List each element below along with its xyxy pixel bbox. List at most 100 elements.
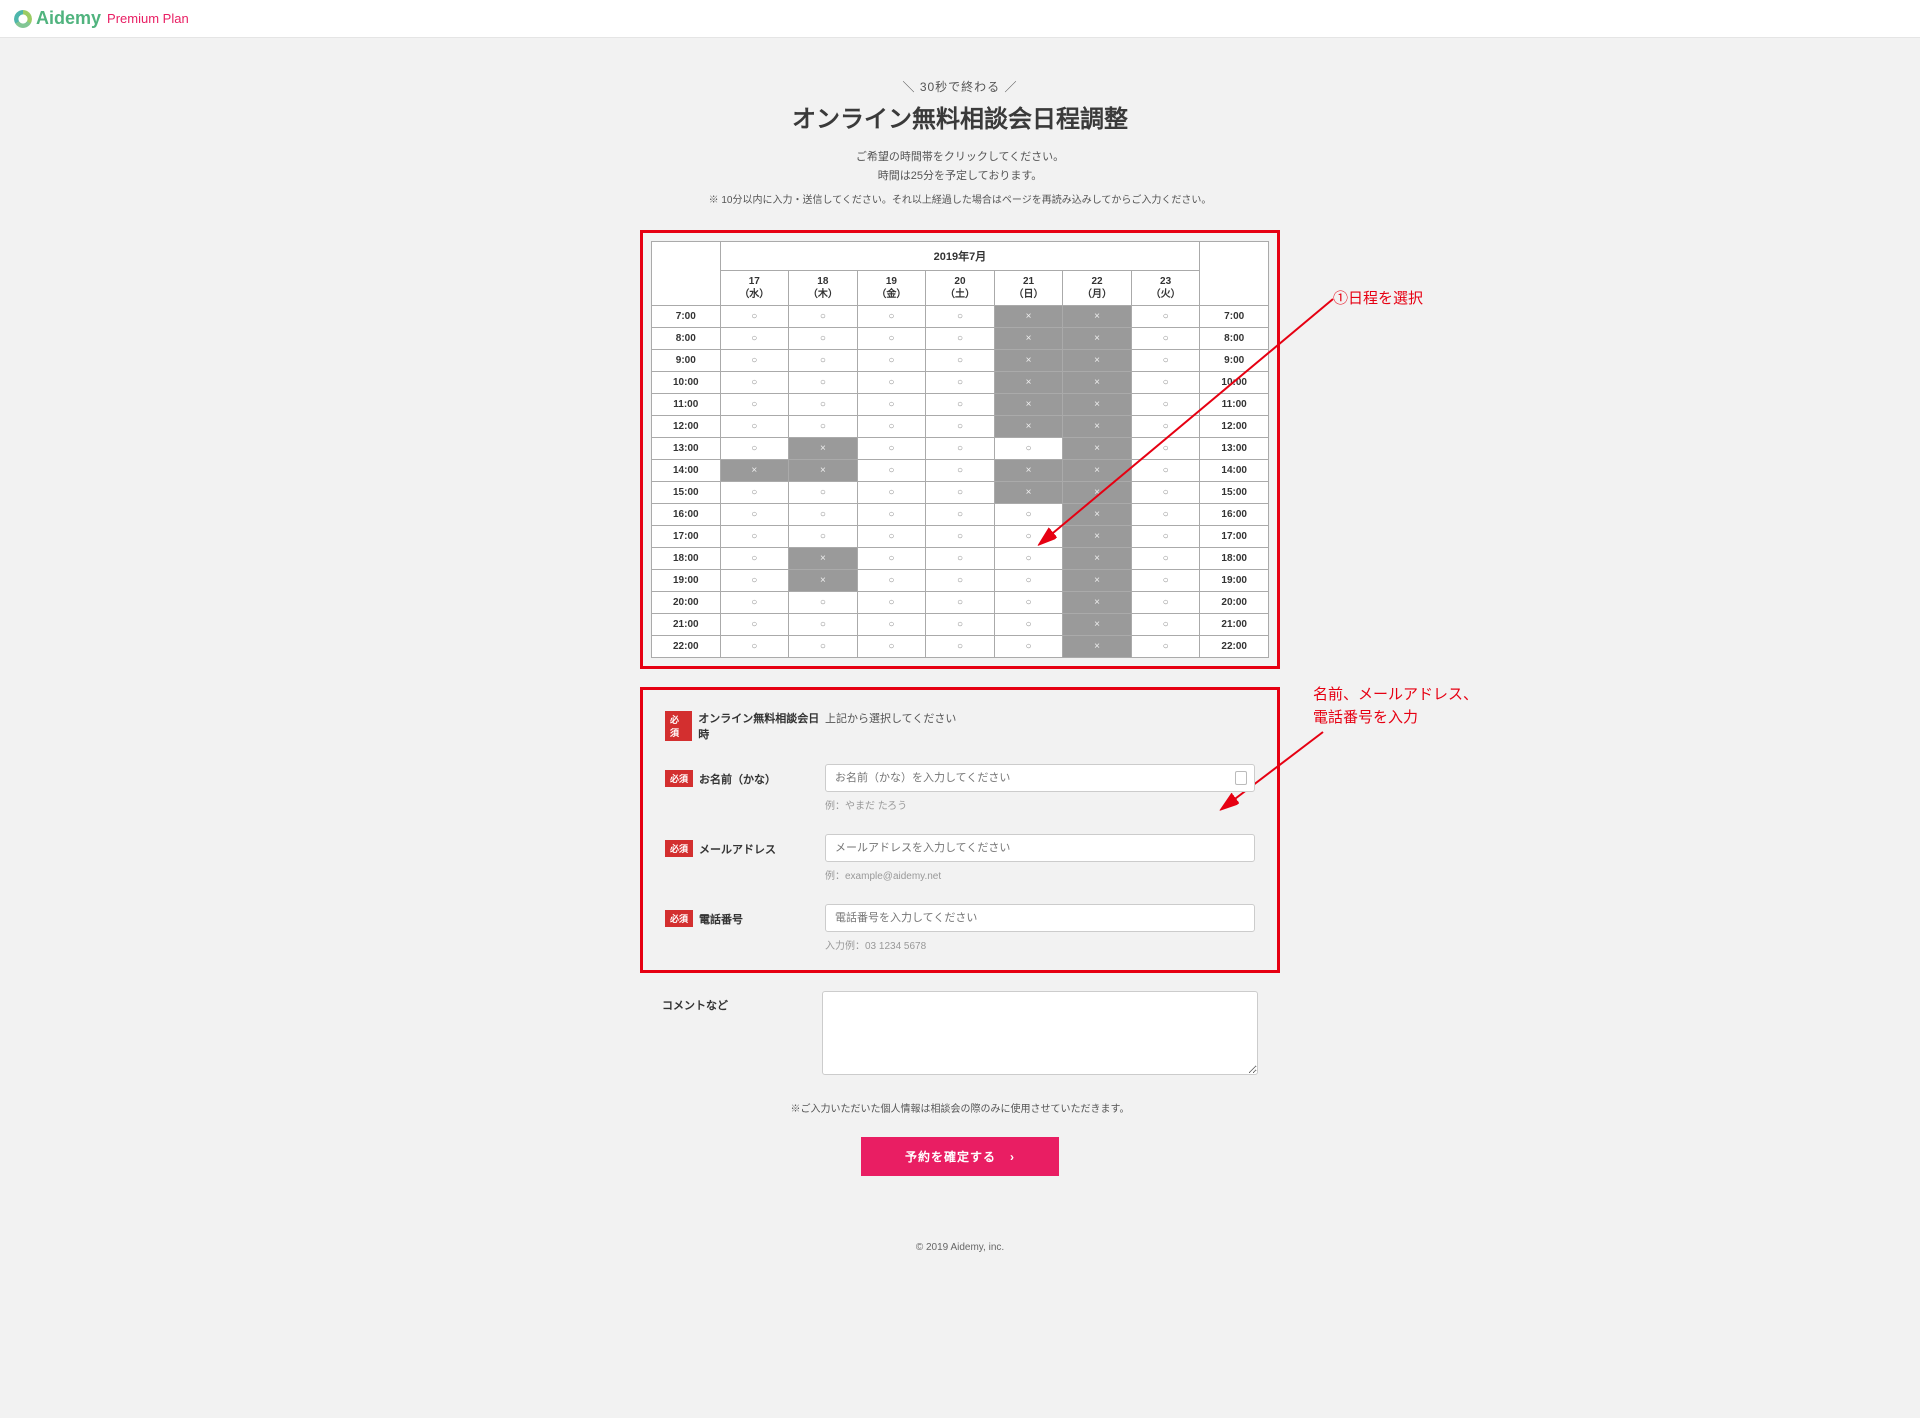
slot-available[interactable]: ○ xyxy=(720,438,789,460)
slot-available[interactable]: ○ xyxy=(926,548,995,570)
slot-available[interactable]: ○ xyxy=(926,636,995,658)
slot-available[interactable]: ○ xyxy=(926,328,995,350)
slot-available[interactable]: ○ xyxy=(1131,592,1200,614)
slot-available[interactable]: ○ xyxy=(720,416,789,438)
slot-available[interactable]: ○ xyxy=(857,306,926,328)
slot-available[interactable]: ○ xyxy=(1131,570,1200,592)
time-label: 8:00 xyxy=(1200,328,1269,350)
slot-available[interactable]: ○ xyxy=(926,438,995,460)
slot-available[interactable]: ○ xyxy=(720,504,789,526)
slot-available[interactable]: ○ xyxy=(720,328,789,350)
slot-available[interactable]: ○ xyxy=(1131,350,1200,372)
slot-available[interactable]: ○ xyxy=(1131,482,1200,504)
slot-available[interactable]: ○ xyxy=(926,460,995,482)
slot-available[interactable]: ○ xyxy=(857,438,926,460)
slot-available[interactable]: ○ xyxy=(857,482,926,504)
slot-available[interactable]: ○ xyxy=(789,482,858,504)
label-email: メールアドレス xyxy=(699,841,776,857)
slot-available[interactable]: ○ xyxy=(857,526,926,548)
slot-available[interactable]: ○ xyxy=(720,592,789,614)
slot-available[interactable]: ○ xyxy=(994,526,1063,548)
slot-available[interactable]: ○ xyxy=(857,636,926,658)
slot-available[interactable]: ○ xyxy=(1131,614,1200,636)
slot-available[interactable]: ○ xyxy=(720,570,789,592)
slot-available[interactable]: ○ xyxy=(789,636,858,658)
slot-available[interactable]: ○ xyxy=(720,306,789,328)
slot-available[interactable]: ○ xyxy=(1131,394,1200,416)
slot-available[interactable]: ○ xyxy=(1131,548,1200,570)
time-label: 21:00 xyxy=(1200,614,1269,636)
slot-unavailable: × xyxy=(789,460,858,482)
slot-available[interactable]: ○ xyxy=(789,614,858,636)
slot-available[interactable]: ○ xyxy=(926,416,995,438)
slot-available[interactable]: ○ xyxy=(857,460,926,482)
slot-available[interactable]: ○ xyxy=(1131,636,1200,658)
slot-available[interactable]: ○ xyxy=(720,372,789,394)
name-input[interactable] xyxy=(825,764,1255,792)
slot-available[interactable]: ○ xyxy=(926,504,995,526)
slot-available[interactable]: ○ xyxy=(789,350,858,372)
slot-available[interactable]: ○ xyxy=(789,416,858,438)
comment-input[interactable] xyxy=(822,991,1258,1075)
slot-available[interactable]: ○ xyxy=(926,614,995,636)
slot-available[interactable]: ○ xyxy=(994,438,1063,460)
slot-available[interactable]: ○ xyxy=(926,372,995,394)
slot-available[interactable]: ○ xyxy=(994,548,1063,570)
slot-available[interactable]: ○ xyxy=(994,636,1063,658)
slot-available[interactable]: ○ xyxy=(857,548,926,570)
slot-available[interactable]: ○ xyxy=(926,592,995,614)
annotation-step2: 名前、メールアドレス、電話番号を入力 xyxy=(1313,684,1478,729)
phone-input[interactable] xyxy=(825,904,1255,932)
slot-available[interactable]: ○ xyxy=(1131,328,1200,350)
brand-logo[interactable]: Aidemy Premium Plan xyxy=(14,8,189,29)
slot-available[interactable]: ○ xyxy=(789,394,858,416)
slot-available[interactable]: ○ xyxy=(1131,504,1200,526)
slot-available[interactable]: ○ xyxy=(857,394,926,416)
time-label: 20:00 xyxy=(652,592,721,614)
slot-available[interactable]: ○ xyxy=(926,570,995,592)
slot-available[interactable]: ○ xyxy=(789,372,858,394)
slot-available[interactable]: ○ xyxy=(994,570,1063,592)
slot-unavailable: × xyxy=(994,416,1063,438)
slot-available[interactable]: ○ xyxy=(1131,438,1200,460)
time-label: 15:00 xyxy=(652,482,721,504)
slot-available[interactable]: ○ xyxy=(720,526,789,548)
slot-available[interactable]: ○ xyxy=(789,306,858,328)
slot-available[interactable]: ○ xyxy=(857,504,926,526)
slot-available[interactable]: ○ xyxy=(994,614,1063,636)
slot-available[interactable]: ○ xyxy=(789,328,858,350)
slot-available[interactable]: ○ xyxy=(789,592,858,614)
slot-available[interactable]: ○ xyxy=(720,548,789,570)
slot-available[interactable]: ○ xyxy=(926,350,995,372)
slot-available[interactable]: ○ xyxy=(1131,372,1200,394)
slot-available[interactable]: ○ xyxy=(1131,460,1200,482)
slot-available[interactable]: ○ xyxy=(1131,416,1200,438)
submit-button[interactable]: 予約を確定する › xyxy=(861,1137,1059,1176)
slot-available[interactable]: ○ xyxy=(926,394,995,416)
slot-available[interactable]: ○ xyxy=(720,394,789,416)
slot-unavailable: × xyxy=(994,306,1063,328)
email-input[interactable] xyxy=(825,834,1255,862)
slot-available[interactable]: ○ xyxy=(720,614,789,636)
time-label: 17:00 xyxy=(1200,526,1269,548)
slot-available[interactable]: ○ xyxy=(857,592,926,614)
slot-available[interactable]: ○ xyxy=(720,636,789,658)
slot-available[interactable]: ○ xyxy=(720,350,789,372)
slot-available[interactable]: ○ xyxy=(926,306,995,328)
slot-available[interactable]: ○ xyxy=(1131,526,1200,548)
slot-available[interactable]: ○ xyxy=(857,350,926,372)
slot-available[interactable]: ○ xyxy=(926,482,995,504)
value-datetime: 上記から選択してください xyxy=(825,704,1255,726)
slot-available[interactable]: ○ xyxy=(857,328,926,350)
slot-available[interactable]: ○ xyxy=(1131,306,1200,328)
slot-available[interactable]: ○ xyxy=(857,570,926,592)
slot-available[interactable]: ○ xyxy=(994,504,1063,526)
slot-available[interactable]: ○ xyxy=(789,504,858,526)
slot-available[interactable]: ○ xyxy=(994,592,1063,614)
slot-available[interactable]: ○ xyxy=(720,482,789,504)
slot-available[interactable]: ○ xyxy=(789,526,858,548)
slot-available[interactable]: ○ xyxy=(926,526,995,548)
slot-available[interactable]: ○ xyxy=(857,614,926,636)
slot-available[interactable]: ○ xyxy=(857,416,926,438)
slot-available[interactable]: ○ xyxy=(857,372,926,394)
